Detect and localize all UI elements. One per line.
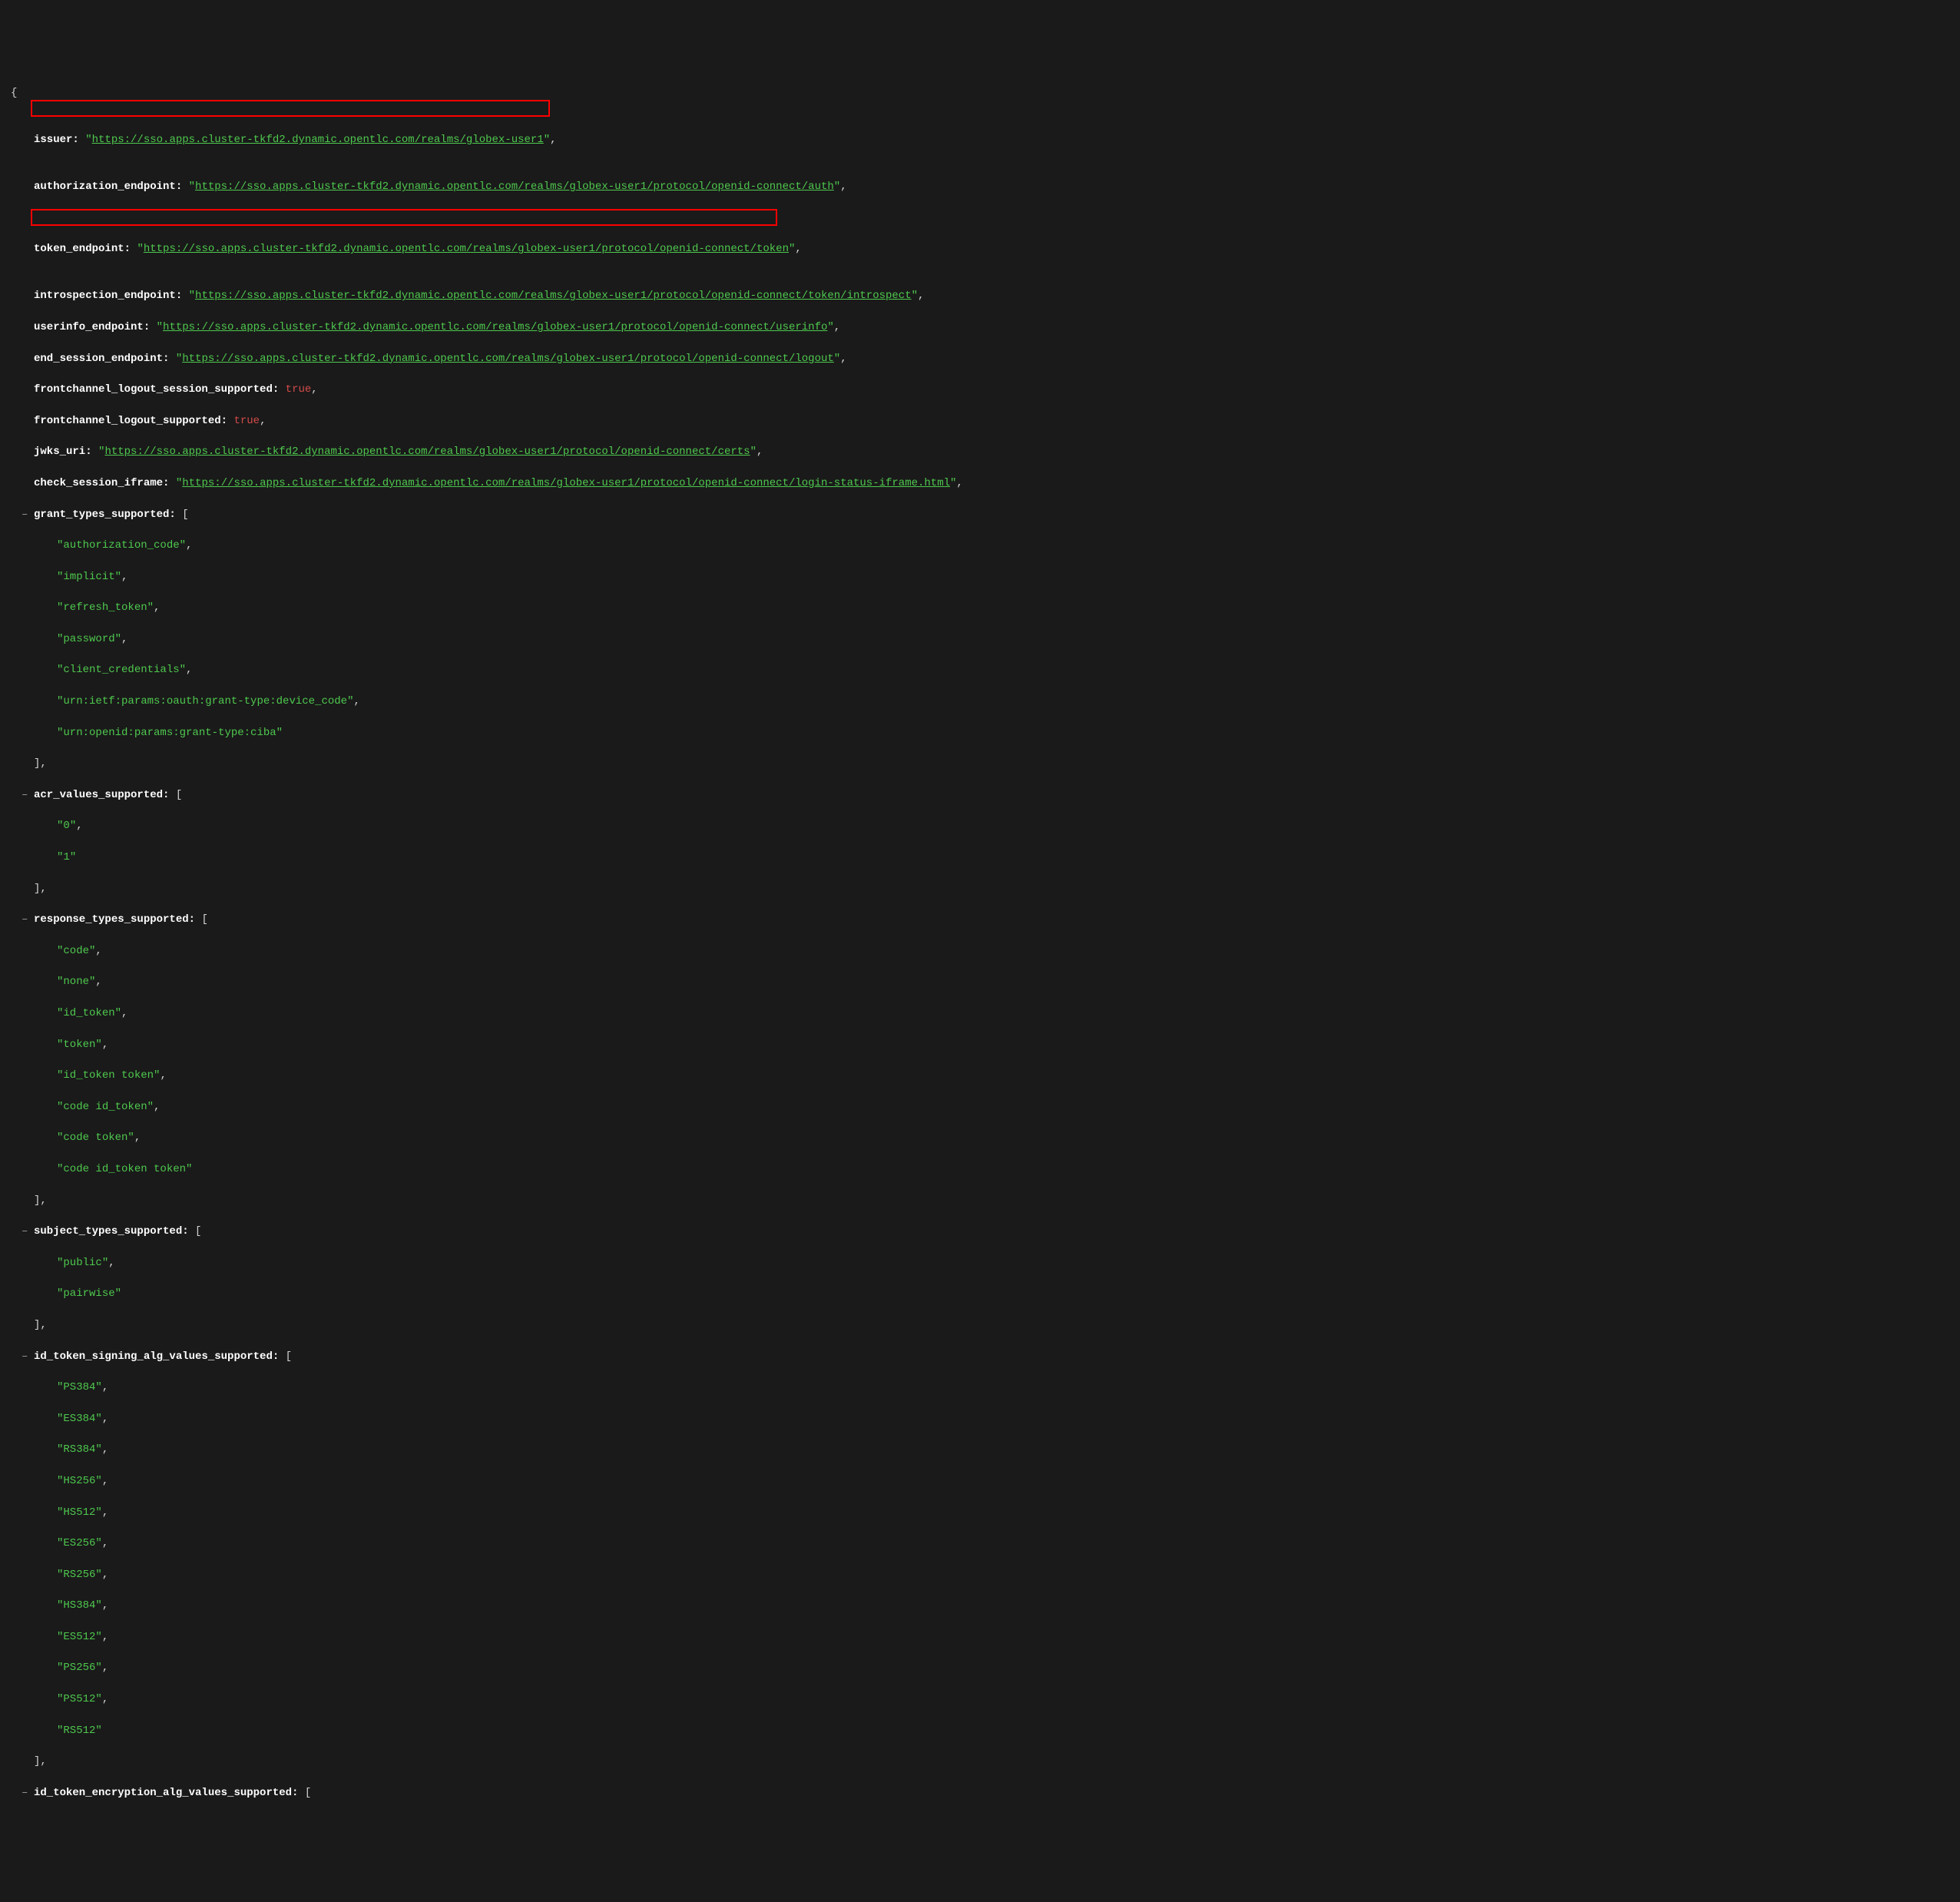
collapse-toggle-icon[interactable]: – [22, 912, 28, 927]
array-item: RS256 [63, 1569, 95, 1581]
array-item: code id_token [63, 1101, 147, 1113]
array-item: id_token [63, 1007, 114, 1019]
response-types-key: response_types_supported: [34, 913, 195, 926]
array-item: RS384 [63, 1443, 95, 1456]
introspection-endpoint-link[interactable]: https://sso.apps.cluster-tkfd2.dynamic.o… [195, 290, 912, 302]
acr-values-key: acr_values_supported: [34, 789, 169, 801]
array-item: PS256 [63, 1662, 95, 1674]
token-endpoint-key: token_endpoint: [34, 243, 131, 255]
array-item: PS512 [63, 1693, 95, 1705]
opening-brace: { [11, 87, 17, 99]
array-item: HS384 [63, 1599, 95, 1612]
highlight-box-issuer [31, 100, 550, 117]
collapse-toggle-icon[interactable]: – [22, 1224, 28, 1239]
check-session-iframe-link[interactable]: https://sso.apps.cluster-tkfd2.dynamic.o… [182, 477, 950, 489]
array-item: RS512 [63, 1725, 95, 1737]
end-session-endpoint-key: end_session_endpoint: [34, 353, 169, 365]
frontchannel-logout-value: true [233, 415, 260, 427]
introspection-endpoint-key: introspection_endpoint: [34, 290, 182, 302]
array-item: none [63, 976, 89, 988]
json-viewer: { issuer: "https://sso.apps.cluster-tkfd… [8, 70, 1952, 1816]
jwks-uri-key: jwks_uri: [34, 446, 92, 458]
array-item: 0 [63, 820, 69, 832]
frontchannel-logout-key: frontchannel_logout_supported: [34, 415, 227, 427]
collapse-toggle-icon[interactable]: – [22, 507, 28, 522]
issuer-key: issuer: [34, 134, 79, 146]
close-bracket: ], [34, 1195, 47, 1207]
array-item: refresh_token [63, 601, 147, 614]
array-item: code [63, 945, 89, 957]
array-item: code token [63, 1132, 127, 1144]
array-item: implicit [63, 571, 114, 583]
array-item: PS384 [63, 1381, 95, 1393]
authorization-endpoint-key: authorization_endpoint: [34, 181, 182, 193]
token-endpoint-link[interactable]: https://sso.apps.cluster-tkfd2.dynamic.o… [144, 243, 789, 255]
array-item: code id_token token [63, 1163, 186, 1175]
array-item: public [63, 1257, 101, 1269]
subject-types-key: subject_types_supported: [34, 1225, 189, 1238]
userinfo-endpoint-link[interactable]: https://sso.apps.cluster-tkfd2.dynamic.o… [163, 321, 827, 333]
userinfo-endpoint-key: userinfo_endpoint: [34, 321, 150, 333]
array-item: id_token token [63, 1069, 154, 1082]
array-item: token [63, 1039, 95, 1051]
frontchannel-logout-session-value: true [286, 383, 312, 396]
array-item: HS512 [63, 1506, 95, 1519]
close-bracket: ], [34, 757, 47, 770]
close-bracket: ], [34, 1755, 47, 1768]
end-session-endpoint-link[interactable]: https://sso.apps.cluster-tkfd2.dynamic.o… [182, 353, 834, 365]
highlight-box-token-endpoint [31, 209, 777, 226]
array-item: urn:openid:params:grant-type:ciba [63, 727, 276, 739]
jwks-uri-link[interactable]: https://sso.apps.cluster-tkfd2.dynamic.o… [104, 446, 750, 458]
issuer-link[interactable]: https://sso.apps.cluster-tkfd2.dynamic.o… [92, 134, 544, 146]
grant-types-key: grant_types_supported: [34, 509, 176, 521]
close-bracket: ], [34, 1319, 47, 1331]
frontchannel-logout-session-key: frontchannel_logout_session_supported: [34, 383, 279, 396]
array-item: HS256 [63, 1475, 95, 1487]
authorization-endpoint-link[interactable]: https://sso.apps.cluster-tkfd2.dynamic.o… [195, 181, 834, 193]
check-session-iframe-key: check_session_iframe: [34, 477, 169, 489]
array-item: password [63, 633, 114, 645]
array-item: client_credentials [63, 664, 179, 676]
collapse-toggle-icon[interactable]: – [22, 787, 28, 803]
array-item: pairwise [63, 1287, 114, 1300]
close-bracket: ], [34, 883, 47, 895]
array-item: authorization_code [63, 539, 179, 552]
array-item: urn:ietf:params:oauth:grant-type:device_… [63, 695, 347, 707]
array-item: 1 [63, 851, 69, 863]
collapse-toggle-icon[interactable]: – [22, 1785, 28, 1801]
collapse-toggle-icon[interactable]: – [22, 1349, 28, 1364]
id-token-encryption-key: id_token_encryption_alg_values_supported… [34, 1787, 298, 1799]
id-token-signing-key: id_token_signing_alg_values_supported: [34, 1350, 279, 1363]
array-item: ES256 [63, 1537, 95, 1549]
array-item: ES384 [63, 1413, 95, 1425]
array-item: ES512 [63, 1631, 95, 1643]
